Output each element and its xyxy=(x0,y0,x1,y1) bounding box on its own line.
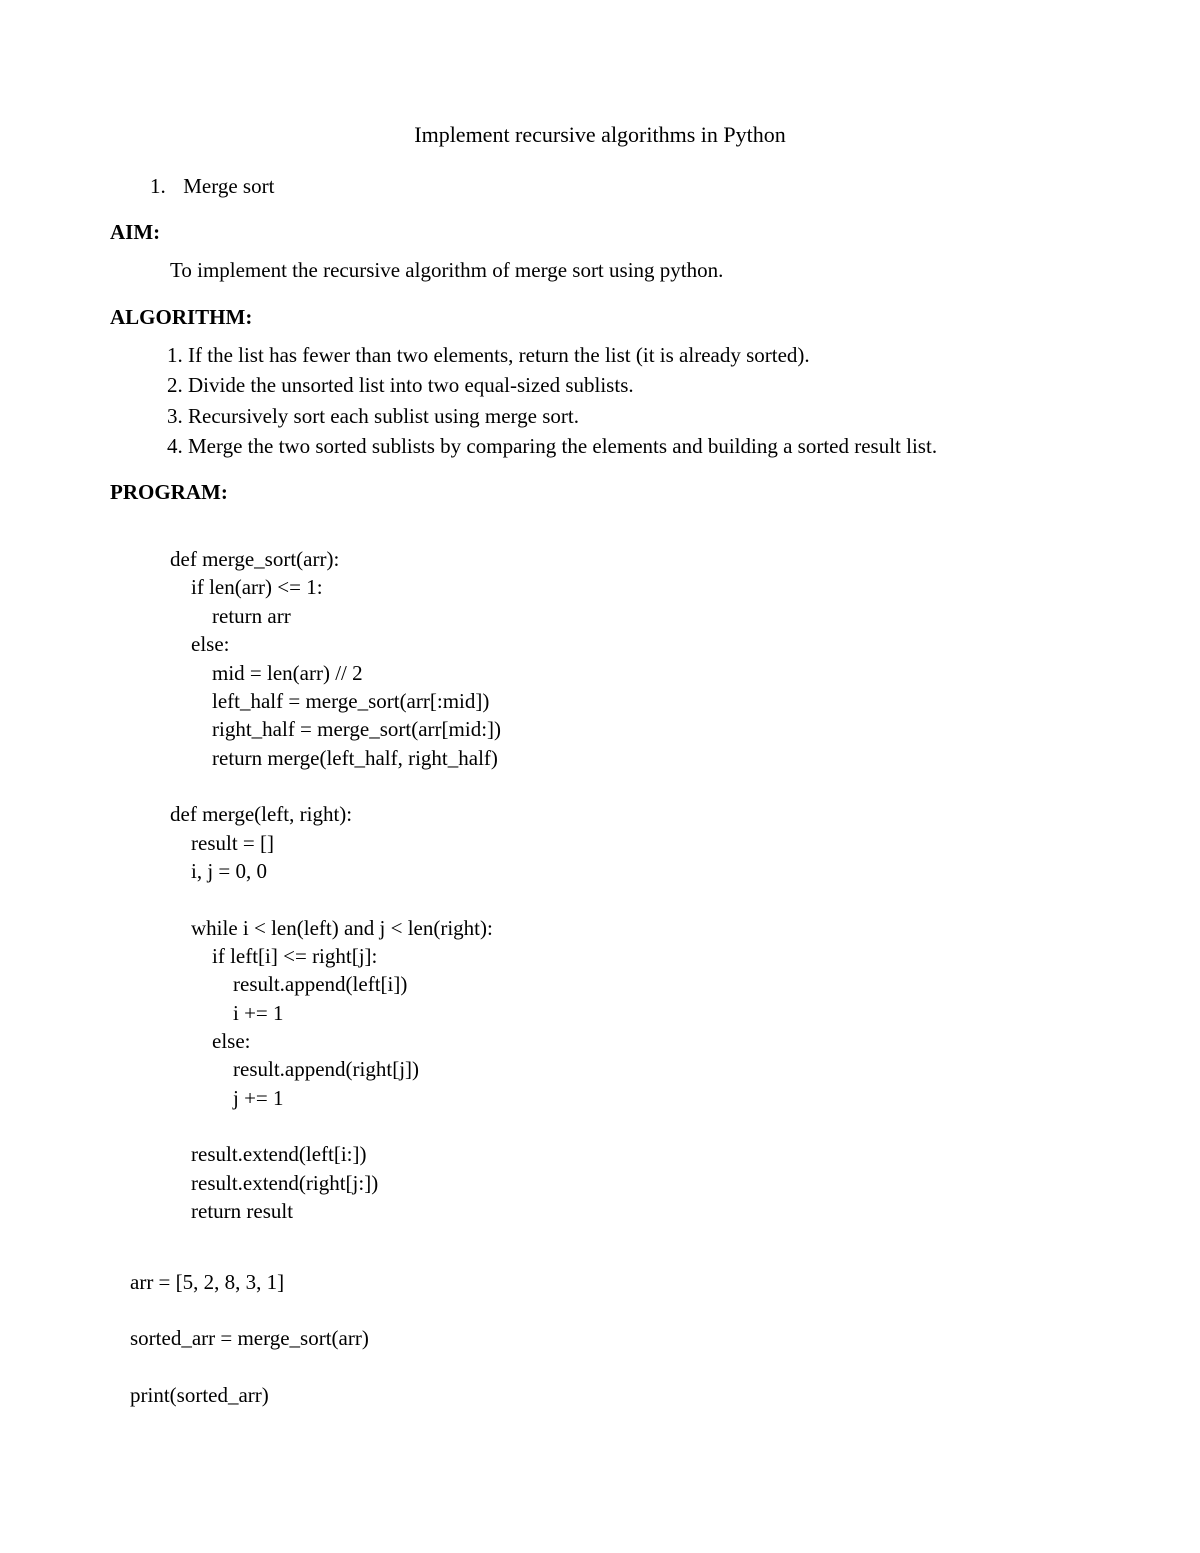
code-line: return arr xyxy=(170,604,291,628)
code-line: left_half = merge_sort(arr[:mid]) xyxy=(170,689,489,713)
code-line: if len(arr) <= 1: xyxy=(170,575,323,599)
topic-line: 1. Merge sort xyxy=(150,172,1090,200)
page-title: Implement recursive algorithms in Python xyxy=(110,120,1090,150)
algorithm-step: Merge the two sorted sublists by compari… xyxy=(188,432,1090,460)
code-line: return result xyxy=(170,1199,293,1223)
algorithm-step: If the list has fewer than two elements,… xyxy=(188,341,1090,369)
algorithm-step: Recursively sort each sublist using merg… xyxy=(188,402,1090,430)
code-line: while i < len(left) and j < len(right): xyxy=(170,916,493,940)
algorithm-step: Divide the unsorted list into two equal-… xyxy=(188,371,1090,399)
code-line: result.extend(right[j:]) xyxy=(170,1171,378,1195)
code-line: i, j = 0, 0 xyxy=(170,859,267,883)
code-line: result.extend(left[i:]) xyxy=(170,1142,367,1166)
program-heading: PROGRAM: xyxy=(110,478,1090,506)
document-page: Implement recursive algorithms in Python… xyxy=(0,0,1200,1553)
code-line: def merge(left, right): xyxy=(170,802,352,826)
code-line: j += 1 xyxy=(170,1086,284,1110)
code-line: if left[i] <= right[j]: xyxy=(170,944,377,968)
topic-number: 1. xyxy=(150,172,178,200)
code-line: i += 1 xyxy=(170,1001,284,1025)
code-line: result.append(left[i]) xyxy=(170,972,407,996)
code-line: arr = [5, 2, 8, 3, 1] xyxy=(130,1270,284,1294)
program-invocation-block: arr = [5, 2, 8, 3, 1] sorted_arr = merge… xyxy=(130,1239,1090,1409)
code-line: else: xyxy=(170,1029,250,1053)
code-line: sorted_arr = merge_sort(arr) xyxy=(130,1326,369,1350)
code-line: mid = len(arr) // 2 xyxy=(170,661,363,685)
topic-name: Merge sort xyxy=(183,174,274,198)
code-line: result = [] xyxy=(170,831,274,855)
code-line: print(sorted_arr) xyxy=(130,1383,269,1407)
program-code-block: def merge_sort(arr): if len(arr) <= 1: r… xyxy=(170,517,1090,1226)
aim-heading: AIM: xyxy=(110,218,1090,246)
code-line: def merge_sort(arr): xyxy=(170,547,339,571)
code-line: result.append(right[j]) xyxy=(170,1057,419,1081)
code-line: return merge(left_half, right_half) xyxy=(170,746,498,770)
algorithm-heading: ALGORITHM: xyxy=(110,303,1090,331)
code-line: right_half = merge_sort(arr[mid:]) xyxy=(170,717,501,741)
code-line: else: xyxy=(170,632,229,656)
algorithm-list: If the list has fewer than two elements,… xyxy=(110,341,1090,460)
aim-text: To implement the recursive algorithm of … xyxy=(170,256,1090,284)
